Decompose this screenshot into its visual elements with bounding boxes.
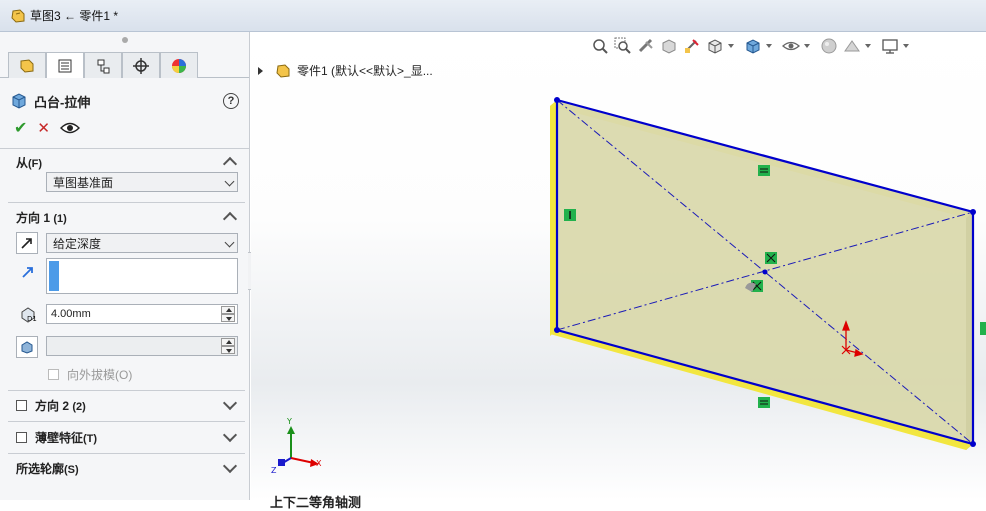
section-view-icon[interactable] xyxy=(659,36,679,56)
thin-feature-checkbox[interactable] xyxy=(16,431,27,443)
section-direction1-title: 方向 1 (1) xyxy=(16,210,67,225)
view-settings-icon[interactable] xyxy=(880,36,900,56)
section-thin-feature-title: 薄壁特征(T) xyxy=(35,430,98,445)
window-title-bar: 草图3 ← 零件1 * xyxy=(0,0,986,32)
feature-header: 凸台-拉伸 ? xyxy=(0,86,249,116)
expand-chevron-icon xyxy=(222,395,238,411)
property-manager-panel: 凸台-拉伸 ? ✔ ✕ 从(F) 草图基准面 方向 1 (1) 给定深度 D1 xyxy=(0,32,250,500)
draft-outward-checkbox xyxy=(48,369,59,380)
expand-chevron-icon xyxy=(222,458,238,474)
view-orientation-icon[interactable] xyxy=(705,36,725,56)
zoom-to-area-icon[interactable] xyxy=(613,36,633,56)
spin-up-button xyxy=(221,338,235,346)
help-button[interactable]: ? xyxy=(223,93,239,109)
dropdown-arrow-icon[interactable] xyxy=(804,44,810,48)
window-title: 草图3 ← 零件1 * xyxy=(30,9,119,23)
section-from-title: 从(F) xyxy=(16,155,43,170)
tab-property-manager[interactable] xyxy=(46,52,84,78)
display-style-icon[interactable] xyxy=(743,36,763,56)
previous-view-icon[interactable] xyxy=(636,36,656,56)
configuration-manager-icon xyxy=(97,59,110,73)
end-condition-select[interactable]: 给定深度 xyxy=(46,233,238,253)
dropdown-arrow-icon[interactable] xyxy=(903,44,909,48)
dimxpert-crosshair-icon xyxy=(133,57,149,74)
tab-display-manager[interactable] xyxy=(160,52,198,78)
hide-show-icon[interactable] xyxy=(781,36,801,56)
section-direction1-header[interactable]: 方向 1 (1) xyxy=(0,204,249,230)
panel-grip[interactable] xyxy=(0,32,249,48)
part-icon xyxy=(276,63,290,78)
spin-down-button[interactable] xyxy=(221,314,235,322)
tree-root-label: 零件1 (默认<<默认>_显... xyxy=(297,64,433,78)
dropdown-arrow-icon[interactable] xyxy=(728,44,734,48)
depth-dimension-icon: D1 xyxy=(21,307,37,323)
direction2-checkbox[interactable] xyxy=(16,399,27,411)
action-buttons: ✔ ✕ xyxy=(0,116,249,140)
cancel-x-icon[interactable]: ✕ xyxy=(37,119,50,137)
feature-manager-icon xyxy=(20,58,34,73)
tab-feature-manager[interactable] xyxy=(8,52,46,78)
flyout-feature-tree[interactable]: 零件1 (默认<<默认>_显... xyxy=(258,62,433,79)
apply-scene-icon[interactable] xyxy=(842,36,862,56)
dropdown-arrow-icon[interactable] xyxy=(865,44,871,48)
collapse-chevron-icon xyxy=(222,156,238,172)
section-selected-contours-title: 所选轮廓(S) xyxy=(16,461,79,476)
display-manager-icon xyxy=(172,58,186,73)
from-start-condition-select[interactable]: 草图基准面 xyxy=(46,172,238,192)
property-manager-icon xyxy=(58,59,72,72)
draft-angle-input xyxy=(46,336,238,356)
tab-dimxpert-manager[interactable] xyxy=(122,52,160,78)
draft-toggle-button[interactable] xyxy=(16,336,38,358)
svg-text:D1: D1 xyxy=(27,315,37,323)
section-direction2-title: 方向 2 (2) xyxy=(35,398,86,413)
sketch-part-icon xyxy=(11,8,25,23)
collapse-chevron-icon xyxy=(222,211,238,227)
dropdown-arrow-icon[interactable] xyxy=(766,44,772,48)
section-direction2-header[interactable]: 方向 2 (2) xyxy=(0,392,249,418)
reverse-direction-arrow-icon xyxy=(21,238,32,249)
spin-down-button xyxy=(221,346,235,354)
expand-chevron-icon xyxy=(222,427,238,443)
section-thin-feature-header[interactable]: 薄壁特征(T) xyxy=(0,424,249,450)
view-orientation-label: 上下二等角轴测 xyxy=(270,495,362,510)
spin-up-button[interactable] xyxy=(221,306,235,314)
depth-input[interactable]: 4.00mm xyxy=(46,304,238,324)
manager-tabs xyxy=(0,48,249,78)
tab-configuration-manager[interactable] xyxy=(84,52,122,78)
draft-outward-option: 向外拔模 (O) xyxy=(48,366,132,383)
heads-up-toolbar xyxy=(590,36,915,56)
graphics-area[interactable] xyxy=(251,32,986,500)
expand-arrow-icon[interactable] xyxy=(258,66,263,75)
boss-extrude-icon xyxy=(12,93,26,109)
dynamic-annotation-icon[interactable] xyxy=(682,36,702,56)
ok-check-icon[interactable]: ✔ xyxy=(14,118,27,138)
draft-icon xyxy=(21,341,33,354)
zoom-to-fit-icon[interactable] xyxy=(590,36,610,56)
feature-title: 凸台-拉伸 xyxy=(34,94,91,110)
section-selected-contours-header[interactable]: 所选轮廓(S) xyxy=(0,455,249,481)
edit-appearance-icon[interactable] xyxy=(819,36,839,56)
reverse-direction-button[interactable] xyxy=(16,232,38,254)
direction-vector-icon xyxy=(22,267,33,278)
direction-reference-box[interactable] xyxy=(46,258,238,294)
detailed-preview-eye-icon[interactable] xyxy=(59,121,80,135)
